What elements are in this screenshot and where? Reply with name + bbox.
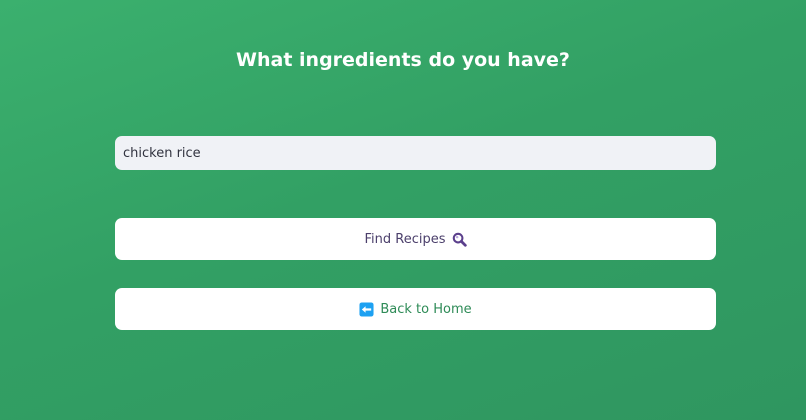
ingredients-input[interactable]: [115, 136, 716, 170]
left-arrow-icon: [359, 301, 374, 317]
find-recipes-label: Find Recipes: [364, 231, 446, 247]
page-title: What ingredients do you have?: [236, 49, 570, 71]
back-to-home-label: Back to Home: [380, 301, 472, 317]
magnifying-glass-icon: [452, 232, 467, 247]
find-recipes-button[interactable]: Find Recipes: [115, 218, 716, 260]
back-to-home-button[interactable]: Back to Home: [115, 288, 716, 330]
